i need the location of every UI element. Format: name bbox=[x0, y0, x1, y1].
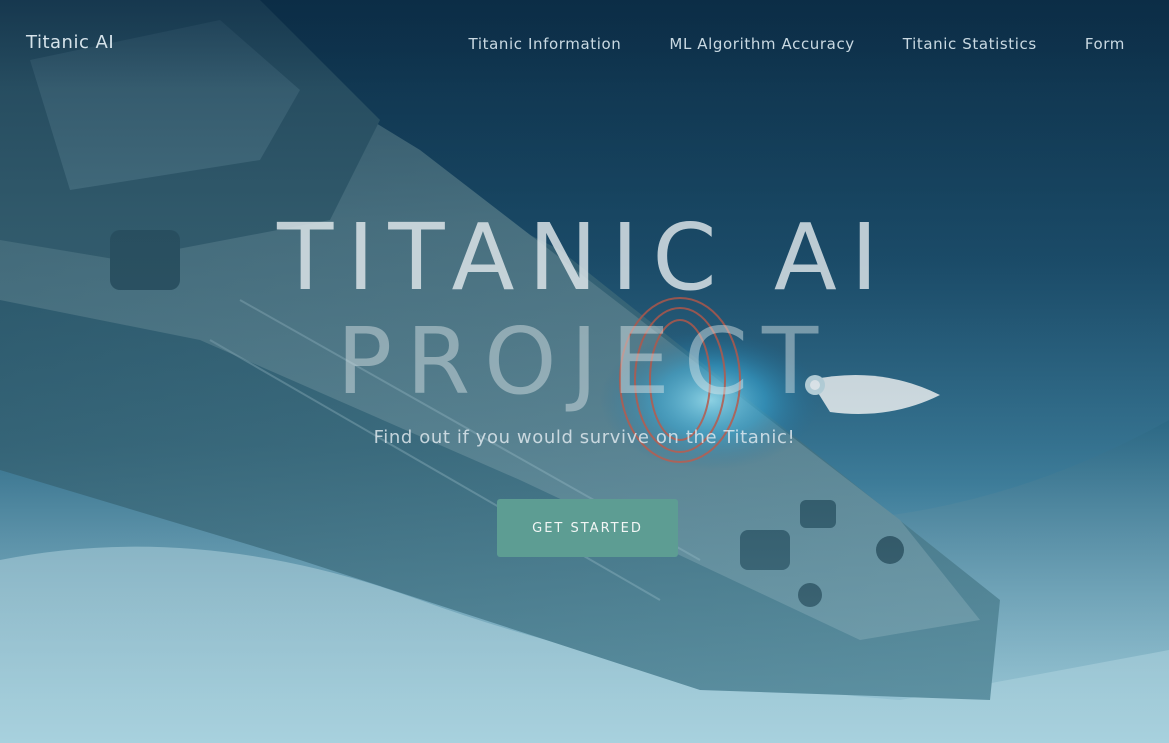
nav-links: Titanic Information ML Algorithm Accurac… bbox=[469, 35, 1125, 53]
top-navbar: Titanic AI Titanic Information ML Algori… bbox=[0, 0, 1169, 88]
hero-title-line2: PROJECT bbox=[336, 308, 833, 415]
nav-link-form[interactable]: Form bbox=[1085, 35, 1125, 53]
brand-logo[interactable]: Titanic AI bbox=[26, 32, 114, 53]
hero-subtitle: Find out if you would survive on the Tit… bbox=[373, 427, 796, 448]
get-started-button[interactable]: GET STARTED bbox=[497, 499, 678, 557]
nav-link-ml-algorithm-accuracy[interactable]: ML Algorithm Accuracy bbox=[669, 35, 854, 53]
hero-title-line1: TITANIC AI bbox=[277, 204, 892, 311]
nav-link-titanic-information[interactable]: Titanic Information bbox=[469, 35, 622, 53]
nav-link-titanic-statistics[interactable]: Titanic Statistics bbox=[903, 35, 1037, 53]
hero-title: TITANIC AI PROJECT bbox=[0, 206, 1169, 414]
